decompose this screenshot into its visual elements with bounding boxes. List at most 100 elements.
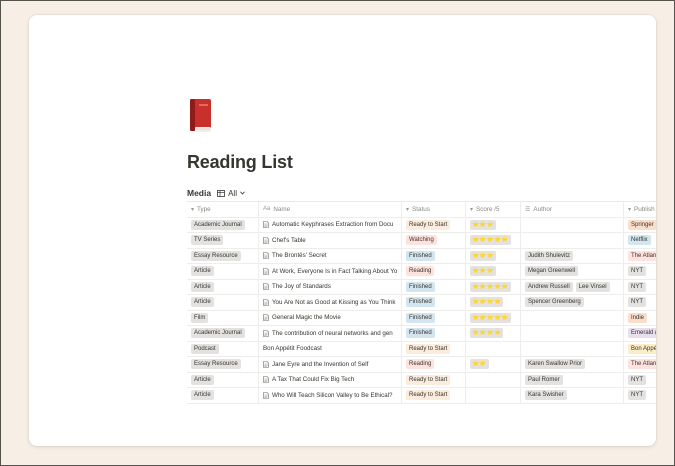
table-row[interactable]: Article At Work, Everyone Is in Fact Talk… (187, 264, 656, 280)
text-icon: Aa (263, 206, 271, 213)
name-cell[interactable]: General Magic the Movie (258, 310, 401, 325)
author-cell[interactable]: Judith Shulevitz (520, 248, 623, 263)
type-cell[interactable]: Essay Resource (187, 357, 258, 372)
score-cell[interactable]: ⭐⭐⭐⭐⭐ (465, 279, 520, 294)
star-rating: ⭐⭐ (470, 359, 489, 370)
status-cell[interactable]: Watching (401, 233, 465, 248)
type-cell[interactable]: Article (187, 280, 258, 295)
score-cell[interactable]: ⭐⭐⭐ (465, 248, 520, 263)
table-row[interactable]: Academic Journal The contribution of neur… (187, 326, 656, 342)
table-row[interactable]: Article You Are Not as Good at Kissing as… (187, 295, 656, 311)
publisher-cell[interactable]: Netflix (623, 233, 656, 248)
status-cell[interactable]: Ready to Start (401, 388, 465, 403)
publisher-cell[interactable]: NYT (623, 388, 656, 403)
view-label: All (228, 188, 237, 198)
status-cell[interactable]: Ready to Start (401, 341, 465, 356)
status-cell[interactable]: Finished (401, 295, 465, 310)
type-cell[interactable]: Podcast (187, 342, 258, 357)
publisher-cell[interactable]: Springer (623, 217, 656, 232)
name-cell[interactable]: The Joy of Standards (258, 279, 401, 294)
type-cell[interactable]: TV Series (187, 233, 258, 248)
score-cell[interactable] (465, 388, 520, 403)
author-cell[interactable] (520, 310, 623, 325)
author-cell[interactable]: Megan Greenwell (520, 264, 623, 279)
name-cell[interactable]: The Brontës' Secret (258, 248, 401, 263)
table-row[interactable]: Academic Journal Automatic Keyphrases Ext… (187, 217, 656, 233)
type-cell[interactable]: Article (187, 264, 258, 279)
publisher-cell[interactable]: NYT (623, 279, 656, 294)
name-cell[interactable]: Chef's Table (258, 233, 401, 248)
page-title[interactable]: Reading List (187, 152, 293, 173)
name-cell[interactable]: At Work, Everyone Is in Fact Talking Abo… (258, 264, 401, 279)
table-row[interactable]: Podcast Bon Appétit Foodcast Ready to Star… (187, 341, 656, 357)
status-cell[interactable]: Ready to Start (401, 217, 465, 232)
table-row[interactable]: Film General Magic the Movie Finished ⭐⭐⭐⭐⭐… (187, 310, 656, 326)
publisher-cell[interactable]: The Atlan (623, 248, 656, 263)
table-row[interactable]: Article The Joy of Standards Finished ⭐⭐⭐⭐⭐… (187, 279, 656, 295)
publisher-cell[interactable]: The Atlan (623, 357, 656, 372)
view-switcher[interactable]: All (217, 189, 245, 198)
status-cell[interactable]: Ready to Start (401, 372, 465, 387)
status-cell[interactable]: Finished (401, 326, 465, 341)
status-cell[interactable]: Finished (401, 248, 465, 263)
score-cell[interactable]: ⭐⭐⭐ (465, 264, 520, 279)
name-cell[interactable]: Who Will Teach Silicon Valley to Be Ethi… (258, 388, 401, 403)
publisher-cell[interactable]: NYT (623, 295, 656, 310)
name-cell[interactable]: Bon Appétit Foodcast (258, 341, 401, 356)
status-cell[interactable]: Reading (401, 357, 465, 372)
type-cell[interactable]: Article (187, 373, 258, 388)
column-header-status[interactable]: ▾ Status (401, 202, 465, 217)
table-row[interactable]: Essay Resource Jane Eyre and the Inventio… (187, 357, 656, 373)
table-row[interactable]: Essay Resource The Brontës' Secret Finishe… (187, 248, 656, 264)
author-cell[interactable] (520, 233, 623, 248)
column-header-score[interactable]: ▾ Score /5 (465, 202, 520, 217)
author-cell[interactable]: Kara Swisher (520, 388, 623, 403)
name-cell[interactable]: Automatic Keyphrases Extraction from Doc… (258, 217, 401, 232)
table-row[interactable]: TV Series Chef's Table Watching ⭐⭐⭐⭐⭐ Netfli… (187, 233, 656, 249)
score-cell[interactable]: ⭐⭐⭐⭐ (465, 326, 520, 341)
name-cell[interactable]: A Tax That Could Fix Big Tech (258, 372, 401, 387)
status-cell[interactable]: Reading (401, 264, 465, 279)
column-header-type[interactable]: ▾ Type (187, 202, 258, 217)
name-cell[interactable]: The contribution of neural networks and … (258, 326, 401, 341)
type-cell[interactable]: Article (187, 295, 258, 310)
red-book-icon[interactable] (187, 98, 213, 134)
score-cell[interactable]: ⭐⭐⭐⭐⭐ (465, 310, 520, 325)
score-cell[interactable]: ⭐⭐⭐⭐ (465, 295, 520, 310)
author-cell[interactable] (520, 326, 623, 341)
score-cell[interactable]: ⭐⭐⭐ (465, 217, 520, 232)
author-cell[interactable] (520, 217, 623, 232)
publisher-cell[interactable]: Emerald ( (623, 326, 656, 341)
type-cell[interactable]: Article (187, 388, 258, 403)
publisher-cell[interactable]: NYT (623, 372, 656, 387)
column-header-author[interactable]: ☰ Author (520, 202, 623, 217)
publisher-tag: NYT (628, 374, 646, 385)
type-cell[interactable]: Film (187, 311, 258, 326)
score-cell[interactable] (465, 372, 520, 387)
name-cell[interactable]: Jane Eyre and the Invention of Self (258, 357, 401, 372)
score-cell[interactable]: ⭐⭐ (465, 357, 520, 372)
type-cell[interactable]: Academic Journal (187, 218, 258, 233)
publisher-cell[interactable]: NYT (623, 264, 656, 279)
status-cell[interactable]: Finished (401, 310, 465, 325)
document-icon (263, 314, 269, 322)
type-cell[interactable]: Academic Journal (187, 326, 258, 341)
column-header-name[interactable]: Aa Name (258, 202, 401, 217)
score-cell[interactable] (465, 341, 520, 356)
column-header-publisher[interactable]: ▾ Publish (623, 202, 656, 217)
database-title[interactable]: Media (187, 188, 211, 198)
publisher-cell[interactable]: Indie (623, 310, 656, 325)
score-cell[interactable]: ⭐⭐⭐⭐⭐ (465, 233, 520, 248)
author-cell[interactable] (520, 341, 623, 356)
publisher-cell[interactable]: Bon Appé (623, 341, 656, 356)
name-cell[interactable]: You Are Not as Good at Kissing as You Th… (258, 295, 401, 310)
author-cell[interactable]: Karen Swallow Prior (520, 357, 623, 372)
table-row[interactable]: Article Who Will Teach Silicon Valley to … (187, 388, 656, 404)
type-cell[interactable]: Essay Resource (187, 249, 258, 264)
star-rating: ⭐⭐⭐⭐ (470, 328, 504, 339)
author-cell[interactable]: Andrew Russell Lee Vinsel (520, 279, 623, 294)
status-cell[interactable]: Finished (401, 279, 465, 294)
table-row[interactable]: Article A Tax That Could Fix Big Tech Read… (187, 372, 656, 388)
author-cell[interactable]: Spencer Greenberg (520, 295, 623, 310)
author-cell[interactable]: Paul Romer (520, 372, 623, 387)
